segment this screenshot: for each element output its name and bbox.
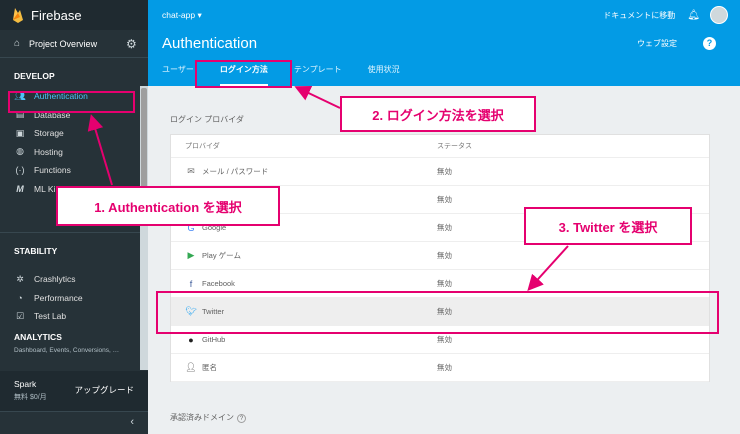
callout-step1: 1. Authentication を選択 bbox=[56, 186, 280, 226]
callout-step3: 3. Twitter を選択 bbox=[524, 207, 692, 245]
arrow-step1 bbox=[87, 114, 113, 186]
arrow-step3 bbox=[527, 245, 569, 291]
arrow-step2 bbox=[294, 85, 341, 109]
callout-step2: 2. ログイン方法を選択 bbox=[340, 96, 536, 132]
